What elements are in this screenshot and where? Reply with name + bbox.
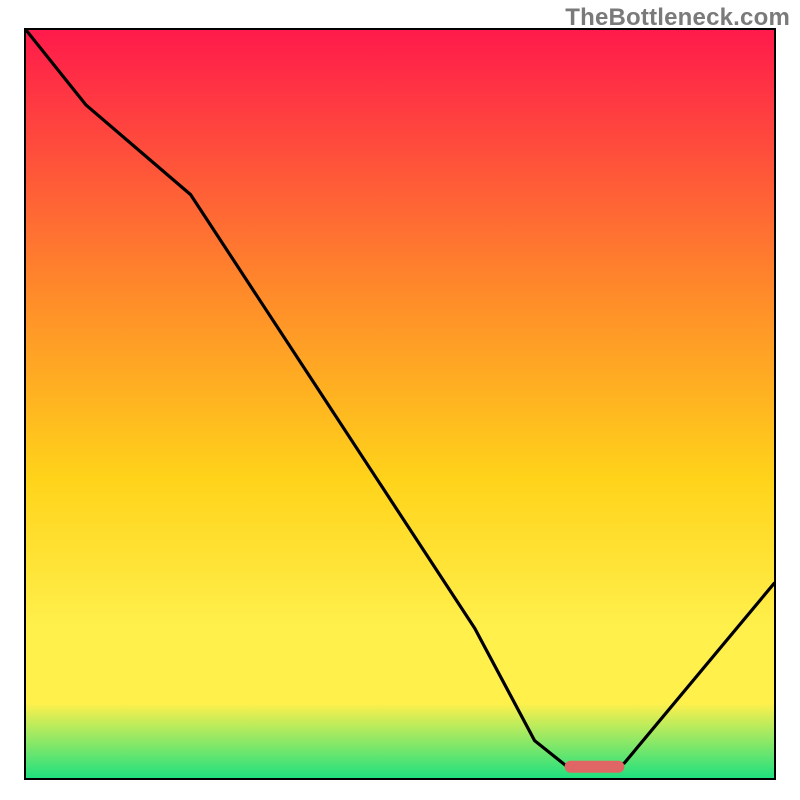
optimal-marker	[565, 761, 625, 773]
chart-svg	[26, 30, 774, 778]
gradient-background	[26, 30, 774, 778]
chart-area	[24, 28, 776, 780]
